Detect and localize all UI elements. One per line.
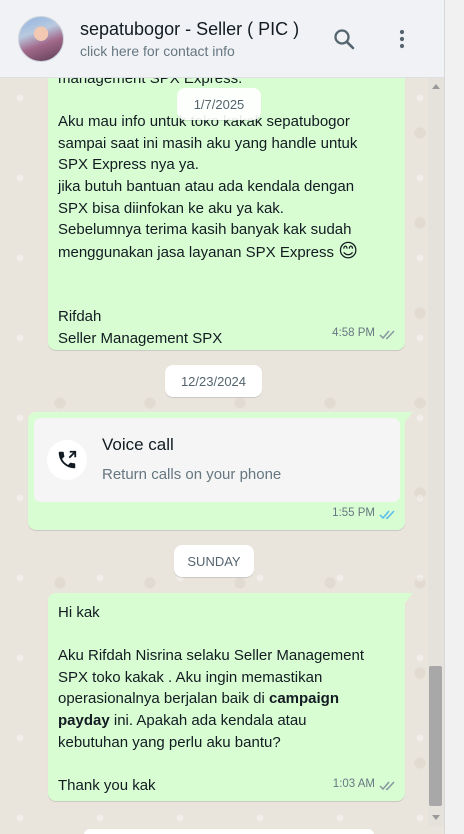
floating-date-label: 1/7/2025 [177,88,261,120]
message-line: jika butuh bantuan atau ada kendala deng… [58,177,355,195]
message-text: Hi kak Aku Rifdah Nisrina selaku Seller … [58,602,393,796]
message-time: 1:55 PM [332,507,375,520]
contact-avatar[interactable] [18,15,64,62]
double-check-delivered-icon [379,781,395,791]
double-check-delivered-icon [379,330,395,340]
message-line: Hi kak [58,604,100,621]
message-line: menggunakan jasa layanan SPX Express [58,243,335,261]
call-texts: Voice call Return calls on your phone [102,434,281,485]
date-separator: 12/23/2024 [165,365,262,397]
contact-name: sepatubogor - Seller ( PIC ) [80,19,300,39]
message-line-with-emoji: menggunakan jasa layanan SPX Express 😊 [58,241,393,264]
double-check-read-icon [379,510,395,520]
more-vertical-icon[interactable] [390,27,414,51]
scroll-down-arrow-icon[interactable] [432,815,440,820]
call-subtitle: Return calls on your phone [102,466,282,483]
message-line-mixed: payday ini. Apakah ada kendala atau [58,710,393,732]
phone-outgoing-icon [47,440,87,480]
bubble-tail [405,593,413,603]
message-time: 1:03 AM [332,778,375,791]
search-icon[interactable] [332,27,356,51]
message-line: sampai saat ini masih aku yang handle un… [58,134,358,152]
message-line: SPX Express nya ya. [58,156,199,174]
smiling-face-emoji: 😊 [338,240,358,262]
message-line: Aku Rifdah Nisrina selaku Seller Managem… [58,647,364,665]
chat-scrollbar[interactable] [428,78,444,826]
message-line: SPX toko kakak . Aku ingin memastikan [58,668,323,686]
outgoing-message[interactable]: Hi kak Aku Rifdah Nisrina selaku Seller … [48,593,413,801]
message-line: kebutuhan yang perlu aku bantu? [58,733,281,751]
call-title: Voice call [102,435,174,455]
message-meta: 1:03 AM [333,774,397,796]
voice-call-card[interactable]: Voice call Return calls on your phone [34,418,400,502]
date-separator: SUNDAY [174,545,254,577]
bubble-tail [405,412,413,422]
contact-info-hint: click here for contact info [80,43,235,59]
message-line: Sebelumnya terima kasih banyak kak sudah [58,221,352,239]
scrollbar-thumb[interactable] [429,666,442,806]
message-line: SPX bisa diinfokan ke aku ya kak. [58,199,284,217]
bold-text: campaign [268,690,340,708]
window-edge [444,0,464,834]
chat-messages-pane[interactable]: management SPX Express. Aku mau info unt… [0,78,444,826]
message-line: ini. Apakah ada kendala atau [109,711,307,729]
bold-text: payday [58,711,110,729]
message-line-mixed: operasionalnya berjalan baik di campaign [58,688,393,710]
message-input-edge[interactable] [84,829,374,834]
message-line: operasionalnya berjalan baik di [58,690,269,708]
message-meta: 4:58 PM [332,323,397,345]
scroll-up-arrow-icon[interactable] [432,84,440,89]
message-time: 4:58 PM [332,327,375,340]
message-meta: 1:55 PM [332,503,397,525]
outgoing-call-message[interactable]: Voice call Return calls on your phone 1:… [28,412,413,530]
chat-header[interactable]: sepatubogor - Seller ( PIC ) click here … [0,0,444,78]
contact-info[interactable]: sepatubogor - Seller ( PIC ) click here … [80,18,332,59]
